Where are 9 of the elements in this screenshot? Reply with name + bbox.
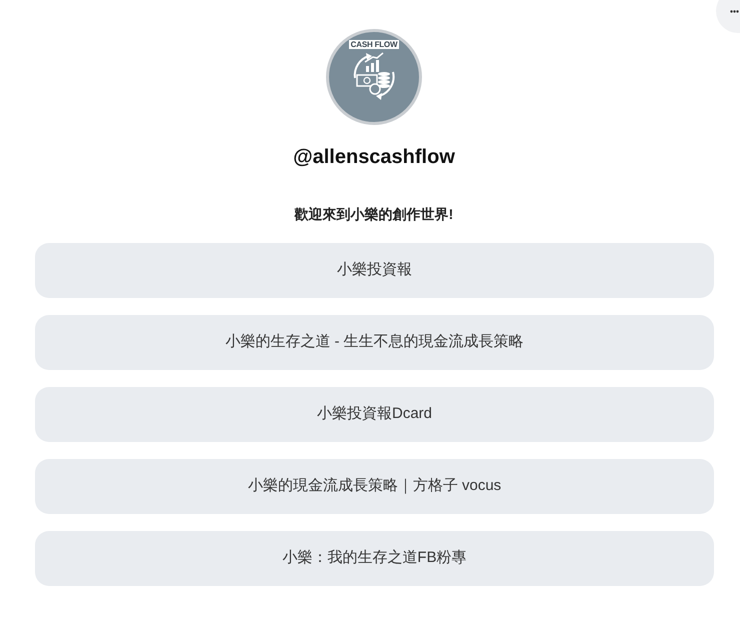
logo-text: CASH FLOW bbox=[348, 40, 400, 49]
link-button[interactable]: 小樂投資報Dcard bbox=[35, 387, 714, 442]
bio-text: 歡迎來到小樂的創作世界! bbox=[294, 205, 454, 224]
username: @allenscashflow bbox=[293, 145, 455, 170]
more-icon bbox=[730, 10, 739, 13]
link-button[interactable]: 小樂的現金流成長策略｜方格子 vocus bbox=[35, 459, 714, 514]
link-button[interactable]: 小樂：我的生存之道FB粉專 bbox=[35, 531, 714, 586]
link-button[interactable]: 小樂的生存之道 - 生生不息的現金流成長策略 bbox=[35, 315, 714, 370]
link-button[interactable]: 小樂投資報 bbox=[35, 243, 714, 298]
